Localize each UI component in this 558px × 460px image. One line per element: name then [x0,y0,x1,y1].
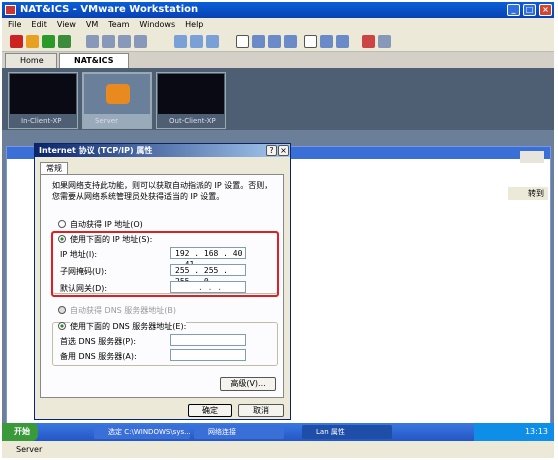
system-clock: 13:13 [474,423,554,441]
window-title: NAT&ICS - VMware Workstation [20,4,199,15]
menu-view[interactable]: View [57,20,76,29]
toolbar [2,31,554,52]
replay-icon[interactable] [378,35,391,48]
alternate-dns-field[interactable] [170,349,246,361]
alternate-dns-label: 备用 DNS 服务器(A): [60,352,137,361]
revert-icon[interactable] [102,35,115,48]
close-button[interactable]: × [539,4,552,16]
snapshot-icon[interactable] [86,35,99,48]
vm-thumbnail[interactable]: In-Client-XP [8,72,78,129]
ok-button[interactable]: 确定 [188,404,232,417]
view-console-icon[interactable] [236,35,249,48]
preferred-dns-field[interactable] [170,334,246,346]
dialog-close-button[interactable]: × [278,145,289,156]
power-off-icon[interactable] [10,35,23,48]
tab-home[interactable]: Home [5,53,57,68]
menu-team[interactable]: Team [108,20,129,29]
dialog-title: Internet 协议 (TCP/IP) 属性 [35,144,290,157]
suspend-icon[interactable] [26,35,39,48]
window-title-bar: NAT&ICS - VMware Workstation _ □ × [2,2,554,18]
record-icon[interactable] [362,35,375,48]
vm-thumbnail-label: Server [95,117,118,125]
auto-dns-radio[interactable] [58,306,66,314]
vm-thumbnail[interactable]: Out-Client-XP [156,72,226,129]
manual-dns-radio[interactable] [58,322,66,330]
snapshot-manager-icon[interactable] [118,35,131,48]
menu-vm[interactable]: VM [86,20,98,29]
tab-nat-ics[interactable]: NAT&ICS [59,53,129,68]
quick-switch-icon[interactable] [268,35,281,48]
vm-thumbnail-label: Out-Client-XP [169,117,216,125]
menu-windows[interactable]: Windows [139,20,175,29]
menu-file[interactable]: File [8,20,21,29]
description-text: 如果网络支持此功能，则可以获取自动指派的 IP 设置。否则，您需要从网络系统管理… [52,181,273,201]
taskbar-item[interactable]: 选定 C:\WINDOWS\sys... [94,425,190,439]
maximize-button[interactable]: □ [523,4,536,16]
taskbar: 开始 选定 C:\WINDOWS\sys... 网络连接 Lan 属性 13:1… [2,423,554,441]
full-screen-icon[interactable] [252,35,265,48]
tab-general[interactable]: 常规 [40,162,68,174]
team-add-icon[interactable] [190,35,203,48]
tab-bar: Home NAT&ICS [2,52,554,68]
status-bar: Server [2,441,554,458]
vm-thumbnail-label: In-Client-XP [21,117,62,125]
thumbnail-icon[interactable] [304,35,317,48]
cancel-button[interactable]: 取消 [238,404,284,417]
vmware-app-icon [5,5,16,15]
status-text: Server [16,445,43,454]
console-view-icon[interactable] [336,35,349,48]
auto-ip-label: 自动获得 IP 地址(O) [70,220,143,229]
advanced-button[interactable]: 高级(V)... [220,377,276,391]
menu-bar: File Edit View VM Team Windows Help [2,18,554,31]
vm-thumbnail[interactable]: Server [82,72,152,129]
preferred-dns-label: 首选 DNS 服务器(P): [60,337,137,346]
reset-icon[interactable] [58,35,71,48]
auto-dns-label: 自动获得 DNS 服务器地址(B) [70,306,177,315]
appliance-view-icon[interactable] [320,35,333,48]
team-icon[interactable] [174,35,187,48]
highlight-box [51,231,279,297]
menu-edit[interactable]: Edit [31,20,47,29]
auto-ip-radio[interactable] [58,220,66,228]
minimize-button[interactable]: _ [507,4,520,16]
go-button[interactable]: 转到 [508,187,548,200]
start-button[interactable]: 开始 [2,423,38,441]
taskbar-item[interactable]: Lan 属性 [302,425,392,439]
summary-view-icon[interactable] [284,35,297,48]
manual-dns-label: 使用下面的 DNS 服务器地址(E): [70,321,187,332]
taskbar-item[interactable]: 网络连接 [194,425,284,439]
team-settings-icon[interactable] [206,35,219,48]
menu-help[interactable]: Help [185,20,203,29]
clone-icon[interactable] [134,35,147,48]
vm-thumbnail-bar: In-Client-XP Server Out-Client-XP [2,68,554,130]
help-button[interactable]: ? [266,145,277,156]
power-on-icon[interactable] [42,35,55,48]
